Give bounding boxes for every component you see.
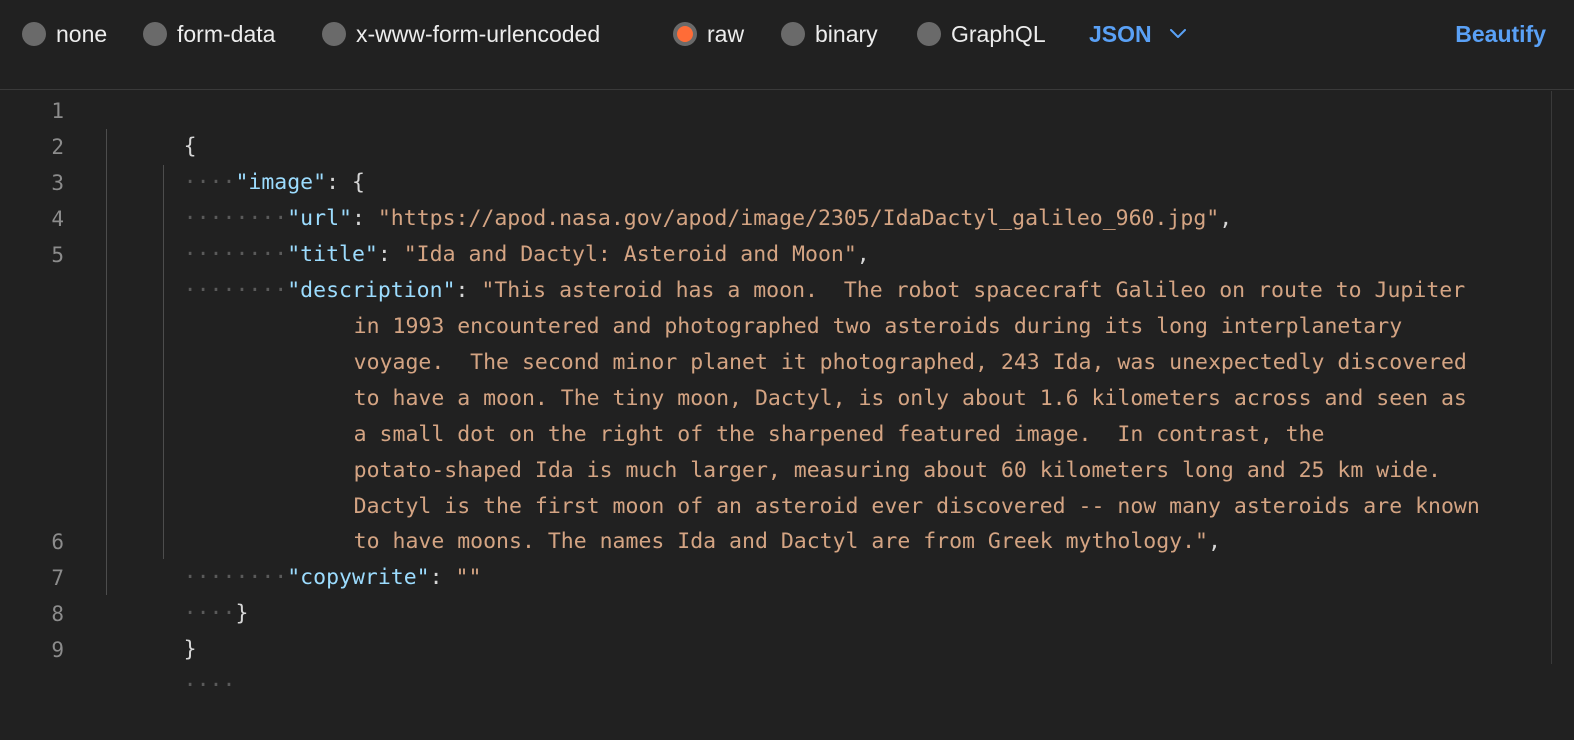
code-line-wrap: a small dot on the right of the sharpene… (276, 381, 1325, 447)
radio-raw[interactable]: raw (673, 20, 744, 48)
radio-circle-icon (781, 22, 805, 46)
code-line: ····"image": { (106, 129, 365, 195)
json-brace: } (235, 601, 249, 626)
code-line: } (106, 596, 197, 662)
code-line-wrap: to have a moon. The tiny moon, Dactyl, i… (276, 345, 1467, 411)
line-number: 3 (51, 171, 64, 195)
whitespace-dots: ···· (183, 673, 236, 698)
radio-none[interactable]: none (22, 20, 107, 48)
radio-graphql[interactable]: GraphQL (917, 20, 1046, 48)
code-editor[interactable]: 1 2 3 4 5 6 7 8 9 { ····"image": { ·····… (0, 91, 1574, 698)
code-line: ····} (106, 560, 249, 626)
radio-selected-icon (673, 22, 697, 46)
line-number: 1 (51, 99, 64, 123)
radio-label: GraphQL (951, 20, 1046, 47)
code-line-wrap: Dactyl is the first moon of an asteroid … (276, 453, 1480, 519)
json-comma: , (1219, 206, 1233, 231)
radio-label: binary (815, 20, 878, 47)
line-number: 5 (51, 243, 64, 267)
radio-label: none (56, 20, 108, 47)
radio-form-data[interactable]: form-data (143, 20, 275, 48)
code-line-wrap: potato-shaped Ida is much larger, measur… (276, 417, 1441, 483)
line-number: 6 (51, 530, 64, 554)
language-dropdown[interactable]: JSON (1089, 18, 1186, 50)
radio-binary[interactable]: binary (781, 20, 878, 48)
code-line-wrap: in 1993 encountered and photographed two… (276, 273, 1402, 339)
json-colon: : (429, 565, 456, 590)
json-string: "" (455, 565, 482, 590)
line-number: 4 (51, 207, 64, 231)
beautify-button[interactable]: Beautify (1455, 18, 1546, 50)
json-key: "copywrite" (287, 565, 430, 590)
chevron-down-icon (1169, 29, 1186, 38)
language-label: JSON (1089, 20, 1152, 47)
vertical-scrollbar[interactable] (1551, 91, 1552, 664)
radio-circle-icon (322, 22, 346, 46)
code-line-wrap: voyage. The second minor planet it photo… (276, 309, 1467, 375)
line-number: 9 (51, 638, 64, 662)
json-comma: , (1207, 529, 1221, 554)
radio-label: x-www-form-urlencoded (356, 20, 601, 47)
code-content: { ····"image": { ········"url": "https:/… (106, 91, 1546, 739)
line-number: 2 (51, 135, 64, 159)
line-number: 7 (51, 566, 64, 590)
json-string: to have moons. The names Ida and Dactyl … (353, 529, 1208, 554)
code-line: ········"title": "Ida and Dactyl: Astero… (106, 201, 870, 267)
code-line: ········"url": "https://apod.nasa.gov/ap… (106, 165, 1233, 231)
radio-x-www-form-urlencoded[interactable]: x-www-form-urlencoded (322, 20, 600, 48)
radio-label: raw (707, 20, 745, 47)
code-line: { (106, 93, 197, 159)
radio-circle-icon (143, 22, 167, 46)
whitespace-dots: ········ (183, 278, 288, 303)
code-line: ········"description": "This asteroid ha… (106, 237, 1466, 303)
code-line-wrap: to have moons. The names Ida and Dactyl … (276, 488, 1221, 554)
radio-label: form-data (177, 20, 276, 47)
line-number: 8 (51, 602, 64, 626)
radio-circle-icon (22, 22, 46, 46)
body-type-toolbar: none form-data x-www-form-urlencoded raw… (0, 0, 1574, 90)
code-line: ········"copywrite": "" (106, 524, 482, 590)
radio-circle-icon (917, 22, 941, 46)
code-line: ···· (106, 632, 236, 698)
